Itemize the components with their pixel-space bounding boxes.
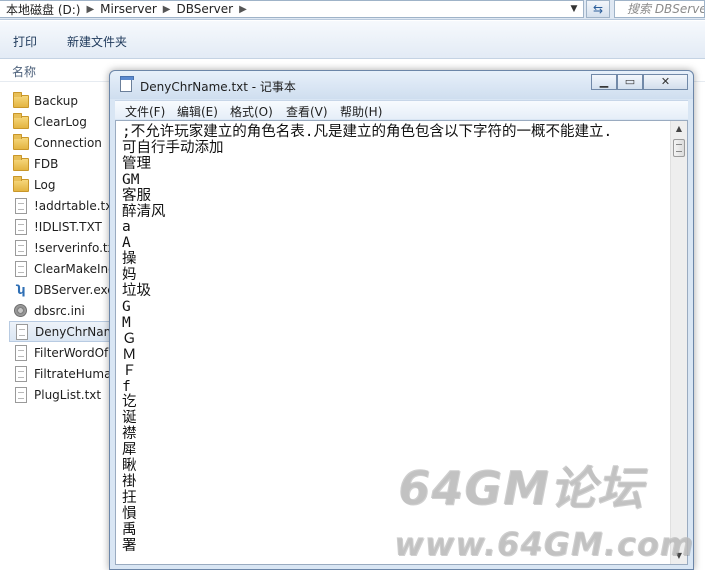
text-line: 讫 bbox=[122, 394, 137, 411]
list-item[interactable]: ClearLog bbox=[9, 111, 124, 132]
file-name: !addrtable.txt bbox=[34, 198, 118, 213]
new-folder-button[interactable]: 新建文件夹 bbox=[67, 33, 127, 50]
list-item[interactable]: ʮ DBServer.exe bbox=[9, 279, 124, 300]
text-file-icon bbox=[15, 260, 27, 277]
list-item[interactable]: Log bbox=[9, 174, 124, 195]
text-line: 客服 bbox=[122, 187, 151, 204]
text-line: Ｍ bbox=[122, 346, 137, 363]
file-name: PlugList.txt bbox=[34, 387, 102, 402]
notepad-icon bbox=[120, 76, 134, 92]
file-name: !IDLIST.TXT bbox=[34, 219, 102, 234]
text-line: 襟 bbox=[122, 426, 137, 443]
file-name: Connection bbox=[34, 135, 102, 150]
column-name-header[interactable]: 名称 bbox=[12, 63, 36, 80]
text-file-icon bbox=[15, 386, 27, 403]
text-line: a bbox=[122, 219, 131, 236]
text-line: GM bbox=[122, 171, 140, 188]
menu-edit[interactable]: 编辑(E) bbox=[177, 103, 218, 120]
list-item-selected[interactable]: DenyChrName.txt bbox=[9, 321, 124, 342]
notepad-title-bar[interactable]: DenyChrName.txt - 记事本 ▁ ▭ ✕ bbox=[110, 71, 693, 99]
address-dropdown-icon[interactable]: ▼ bbox=[566, 1, 582, 17]
text-file-icon bbox=[15, 365, 27, 382]
maximize-button[interactable]: ▭ bbox=[617, 74, 643, 90]
close-icon: ✕ bbox=[660, 75, 671, 88]
list-item[interactable]: !IDLIST.TXT bbox=[9, 216, 124, 237]
address-breadcrumb[interactable]: 本地磁盘 (D:) ▶ Mirserver ▶ DBServer ▶ bbox=[0, 0, 584, 18]
executable-icon: ʮ bbox=[16, 282, 26, 297]
file-name: Log bbox=[34, 177, 56, 192]
refresh-icon[interactable]: ⇆ bbox=[586, 0, 610, 18]
folder-icon bbox=[13, 92, 29, 108]
breadcrumb-separator-icon[interactable]: ▶ bbox=[239, 4, 247, 15]
text-file-icon bbox=[15, 344, 27, 361]
breadcrumb-segment-drive[interactable]: 本地磁盘 (D:) bbox=[6, 1, 80, 17]
text-line: M bbox=[122, 314, 131, 331]
file-name: dbsrc.ini bbox=[34, 303, 85, 318]
list-item[interactable]: ClearMakeIndex.txt bbox=[9, 258, 124, 279]
explorer-address-bar: 本地磁盘 (D:) ▶ Mirserver ▶ DBServer ▶ ▼ ⇆ 搜… bbox=[0, 0, 705, 20]
list-item[interactable]: !serverinfo.txt bbox=[9, 237, 124, 258]
scroll-thumb[interactable] bbox=[673, 139, 685, 157]
minimize-icon: ▁ bbox=[599, 75, 609, 88]
menu-view[interactable]: 查看(V) bbox=[286, 103, 328, 120]
text-line: A bbox=[122, 235, 131, 252]
text-file-icon bbox=[16, 323, 28, 340]
text-line: 诞 bbox=[122, 410, 137, 427]
list-item[interactable]: !addrtable.txt bbox=[9, 195, 124, 216]
menu-help[interactable]: 帮助(H) bbox=[340, 103, 382, 120]
watermark-logo-text: 64GM论坛 bbox=[398, 461, 644, 515]
text-line: G bbox=[122, 298, 131, 315]
text-line: 妈 bbox=[122, 267, 137, 284]
list-item[interactable]: dbsrc.ini bbox=[9, 300, 124, 321]
breadcrumb-separator-icon[interactable]: ▶ bbox=[86, 4, 94, 15]
print-button[interactable]: 打印 bbox=[13, 33, 37, 50]
list-item[interactable]: Backup bbox=[9, 90, 124, 111]
breadcrumb-segment-dbserver[interactable]: DBServer bbox=[176, 2, 233, 16]
text-line: Ｆ bbox=[122, 362, 137, 379]
file-name: DBServer.exe bbox=[34, 282, 115, 297]
file-name: FDB bbox=[34, 156, 59, 171]
file-name: Backup bbox=[34, 93, 78, 108]
folder-icon bbox=[13, 155, 29, 171]
text-line: 管理 bbox=[122, 155, 151, 172]
menu-file[interactable]: 文件(F) bbox=[125, 103, 165, 120]
minimize-button[interactable]: ▁ bbox=[591, 74, 617, 90]
folder-icon bbox=[13, 134, 29, 150]
close-button[interactable]: ✕ bbox=[643, 74, 688, 90]
watermark-url-text: www.64GM.com bbox=[394, 525, 694, 563]
text-line: f bbox=[122, 378, 131, 395]
folder-icon bbox=[13, 176, 29, 192]
scroll-up-icon[interactable]: ▲ bbox=[671, 121, 687, 137]
breadcrumb-separator-icon[interactable]: ▶ bbox=[163, 4, 171, 15]
text-file-icon bbox=[15, 197, 27, 214]
folder-icon bbox=[13, 113, 29, 129]
text-line: 垃圾 bbox=[122, 283, 151, 300]
list-item[interactable]: PlugList.txt bbox=[9, 384, 124, 405]
menu-format[interactable]: 格式(O) bbox=[230, 103, 273, 120]
text-line: ;不允许玩家建立的角色名表.凡是建立的角色包含以下字符的一概不能建立. bbox=[122, 124, 613, 140]
list-item[interactable]: FiltrateHumanName.txt bbox=[9, 363, 124, 384]
breadcrumb-segment-mirserver[interactable]: Mirserver bbox=[100, 2, 157, 16]
text-line: 操 bbox=[122, 251, 137, 268]
text-file-icon bbox=[15, 239, 27, 256]
explorer-toolbar: 打印 新建文件夹 bbox=[0, 21, 705, 59]
list-item[interactable]: Connection bbox=[9, 132, 124, 153]
list-item[interactable]: FilterWordOfName.txt bbox=[9, 342, 124, 363]
list-item[interactable]: FDB bbox=[9, 153, 124, 174]
text-line: 可自行手动添加 bbox=[122, 139, 224, 156]
text-line: 醉清风 bbox=[122, 203, 166, 220]
window-title: DenyChrName.txt - 记事本 bbox=[140, 80, 296, 94]
file-name: ClearLog bbox=[34, 114, 87, 129]
text-line: Ｇ bbox=[122, 330, 137, 347]
notepad-menu-bar: 文件(F) 编辑(E) 格式(O) 查看(V) 帮助(H) bbox=[115, 100, 688, 119]
settings-file-icon bbox=[14, 304, 27, 317]
vertical-scrollbar[interactable]: ▲ ▼ bbox=[670, 121, 687, 564]
maximize-icon: ▭ bbox=[624, 75, 636, 88]
file-name: !serverinfo.txt bbox=[34, 240, 120, 255]
search-input[interactable]: 搜索 DBServer bbox=[614, 0, 705, 18]
text-file-icon bbox=[15, 218, 27, 235]
